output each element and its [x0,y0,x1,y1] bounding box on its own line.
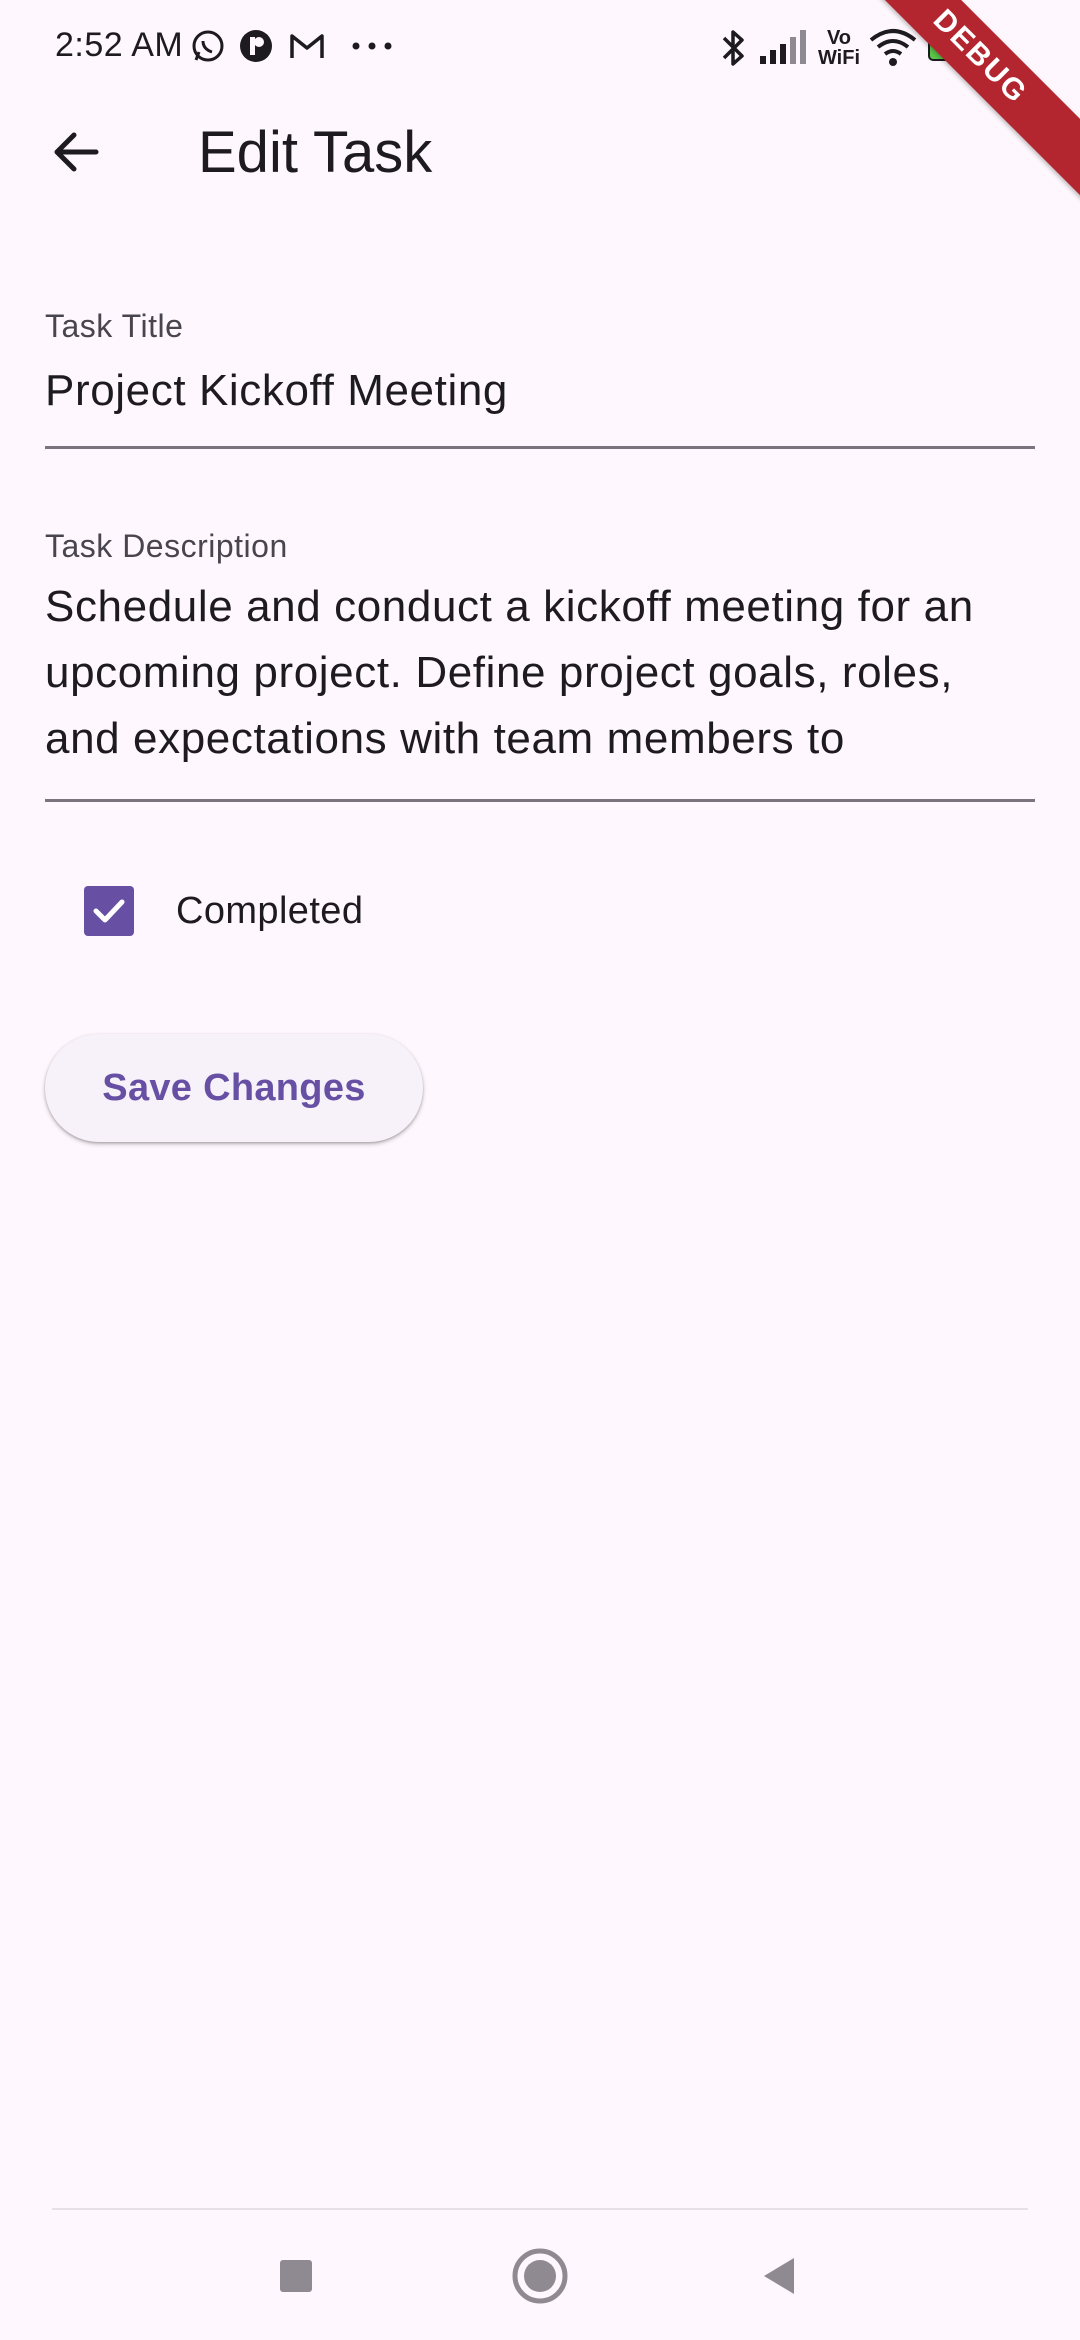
gmail-icon [290,34,324,58]
signal-icon [760,30,806,64]
task-title-underline [45,446,1035,449]
recents-button[interactable] [256,2236,336,2316]
arrow-back-icon [54,132,99,172]
more-dots-icon [352,42,392,50]
task-description-input[interactable]: Schedule and conduct a kickoff meeting f… [45,574,1035,772]
app-icon [240,30,272,62]
checkmark-icon [93,899,125,923]
app-bar: Edit Task [0,96,1080,208]
home-button[interactable] [500,2236,580,2316]
edit-task-screen: 2:52 AM Vo WiFi DEBUG Edit Task Task Tit… [0,0,1080,2340]
page-title: Edit Task [198,120,433,185]
status-time: 2:52 AM [55,26,184,64]
task-title-field[interactable]: Task Title Project Kickoff Meeting [45,308,1035,450]
task-description-label: Task Description [45,528,288,564]
bluetooth-icon [722,30,744,66]
completed-checkbox[interactable] [84,886,134,936]
system-nav-bar [0,2210,1080,2340]
save-changes-button[interactable]: Save Changes [45,1034,423,1142]
task-title-input[interactable]: Project Kickoff Meeting [45,358,508,424]
wifi-icon [869,29,917,66]
completed-checkbox-row[interactable]: Completed [60,866,560,956]
vowifi-icon: Vo WiFi [817,27,861,69]
task-description-field[interactable]: Task Description Schedule and conduct a … [45,528,1035,804]
task-title-label: Task Title [45,308,184,344]
task-description-underline [45,799,1035,802]
back-nav-button[interactable] [740,2236,820,2316]
completed-label: Completed [176,890,364,932]
back-triangle-icon [764,2258,794,2294]
back-button[interactable] [30,106,122,198]
whatsapp-icon [192,30,224,62]
recents-square-icon [280,2260,312,2292]
home-circle-icon [512,2248,568,2304]
